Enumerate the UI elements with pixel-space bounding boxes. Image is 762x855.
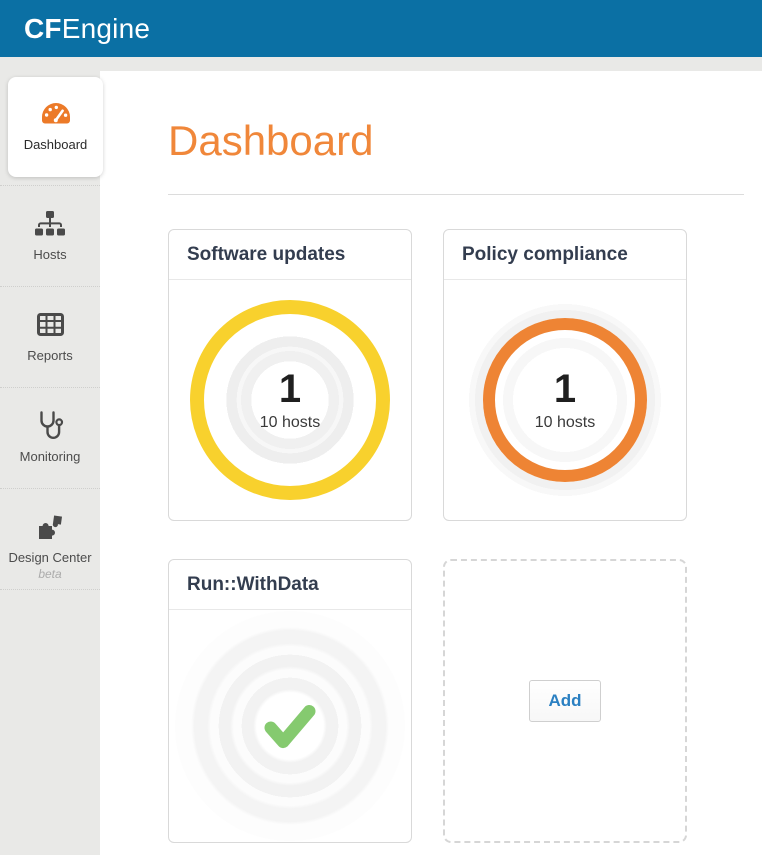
app-window: CFEngine	[0, 0, 762, 855]
host-count-label: 10 hosts	[260, 414, 320, 432]
widget-title: Policy compliance	[444, 230, 686, 280]
host-count-value: 1	[279, 369, 301, 409]
hosts-sitemap-icon	[35, 209, 65, 239]
dashboard-gauge-icon	[39, 99, 73, 129]
sidebar-item-label: Monitoring	[0, 449, 100, 464]
widget-title: Run::WithData	[169, 560, 411, 610]
widget-body: 1 10 hosts	[169, 280, 411, 520]
logo-bold-part: CF	[24, 13, 62, 44]
title-divider	[168, 194, 744, 195]
main-content: Dashboard Software updates 1 10 hosts	[100, 71, 762, 855]
donut-center: 1 10 hosts	[465, 300, 665, 500]
add-widget-placeholder: Add	[443, 559, 687, 843]
widget-body	[169, 610, 411, 842]
sidebar-item-monitoring[interactable]: Monitoring	[0, 388, 100, 489]
success-ripple	[175, 611, 405, 841]
page-title: Dashboard	[168, 118, 744, 163]
monitoring-stethoscope-icon	[37, 411, 64, 441]
widget-body: 1 10 hosts	[444, 280, 686, 520]
host-count-value: 1	[554, 369, 576, 409]
header-sub-band	[0, 57, 762, 71]
cfengine-logo[interactable]: CFEngine	[24, 13, 150, 45]
widget-software-updates[interactable]: Software updates 1 10 hosts	[168, 229, 412, 521]
dashboard-widgets-grid: Software updates 1 10 hosts Policy co	[168, 229, 744, 843]
widget-run-withdata[interactable]: Run::WithData	[168, 559, 412, 843]
host-count-label: 10 hosts	[535, 414, 595, 432]
beta-badge: beta	[0, 567, 100, 581]
sidebar-item-reports[interactable]: Reports	[0, 287, 100, 388]
sidebar-item-dashboard[interactable]: Dashboard	[8, 77, 103, 177]
sidebar-item-label: Hosts	[0, 247, 100, 262]
top-header-bar: CFEngine	[0, 0, 762, 57]
add-widget-button[interactable]: Add	[529, 680, 601, 722]
sidebar-item-label: Reports	[0, 348, 100, 363]
design-center-puzzle-icon	[36, 512, 64, 542]
policy-compliance-donut-chart[interactable]: 1 10 hosts	[465, 300, 665, 500]
sidebar-item-hosts[interactable]: Hosts	[0, 186, 100, 287]
sidebar-item-design-center[interactable]: Design Center beta	[0, 489, 100, 590]
software-updates-donut-chart[interactable]: 1 10 hosts	[190, 300, 390, 500]
sidebar-item-label: Dashboard	[8, 137, 103, 152]
donut-center: 1 10 hosts	[190, 300, 390, 500]
sidebar-item-label: Design Center	[0, 550, 100, 565]
sidebar-nav: Dashboard Hosts	[0, 71, 100, 855]
check-icon	[256, 692, 324, 760]
widget-title: Software updates	[169, 230, 411, 280]
sidebar-slot-dashboard: Dashboard	[0, 77, 100, 186]
widget-policy-compliance[interactable]: Policy compliance 1 10 hosts	[443, 229, 687, 521]
logo-light-part: Engine	[62, 13, 150, 44]
reports-table-icon	[37, 310, 64, 340]
